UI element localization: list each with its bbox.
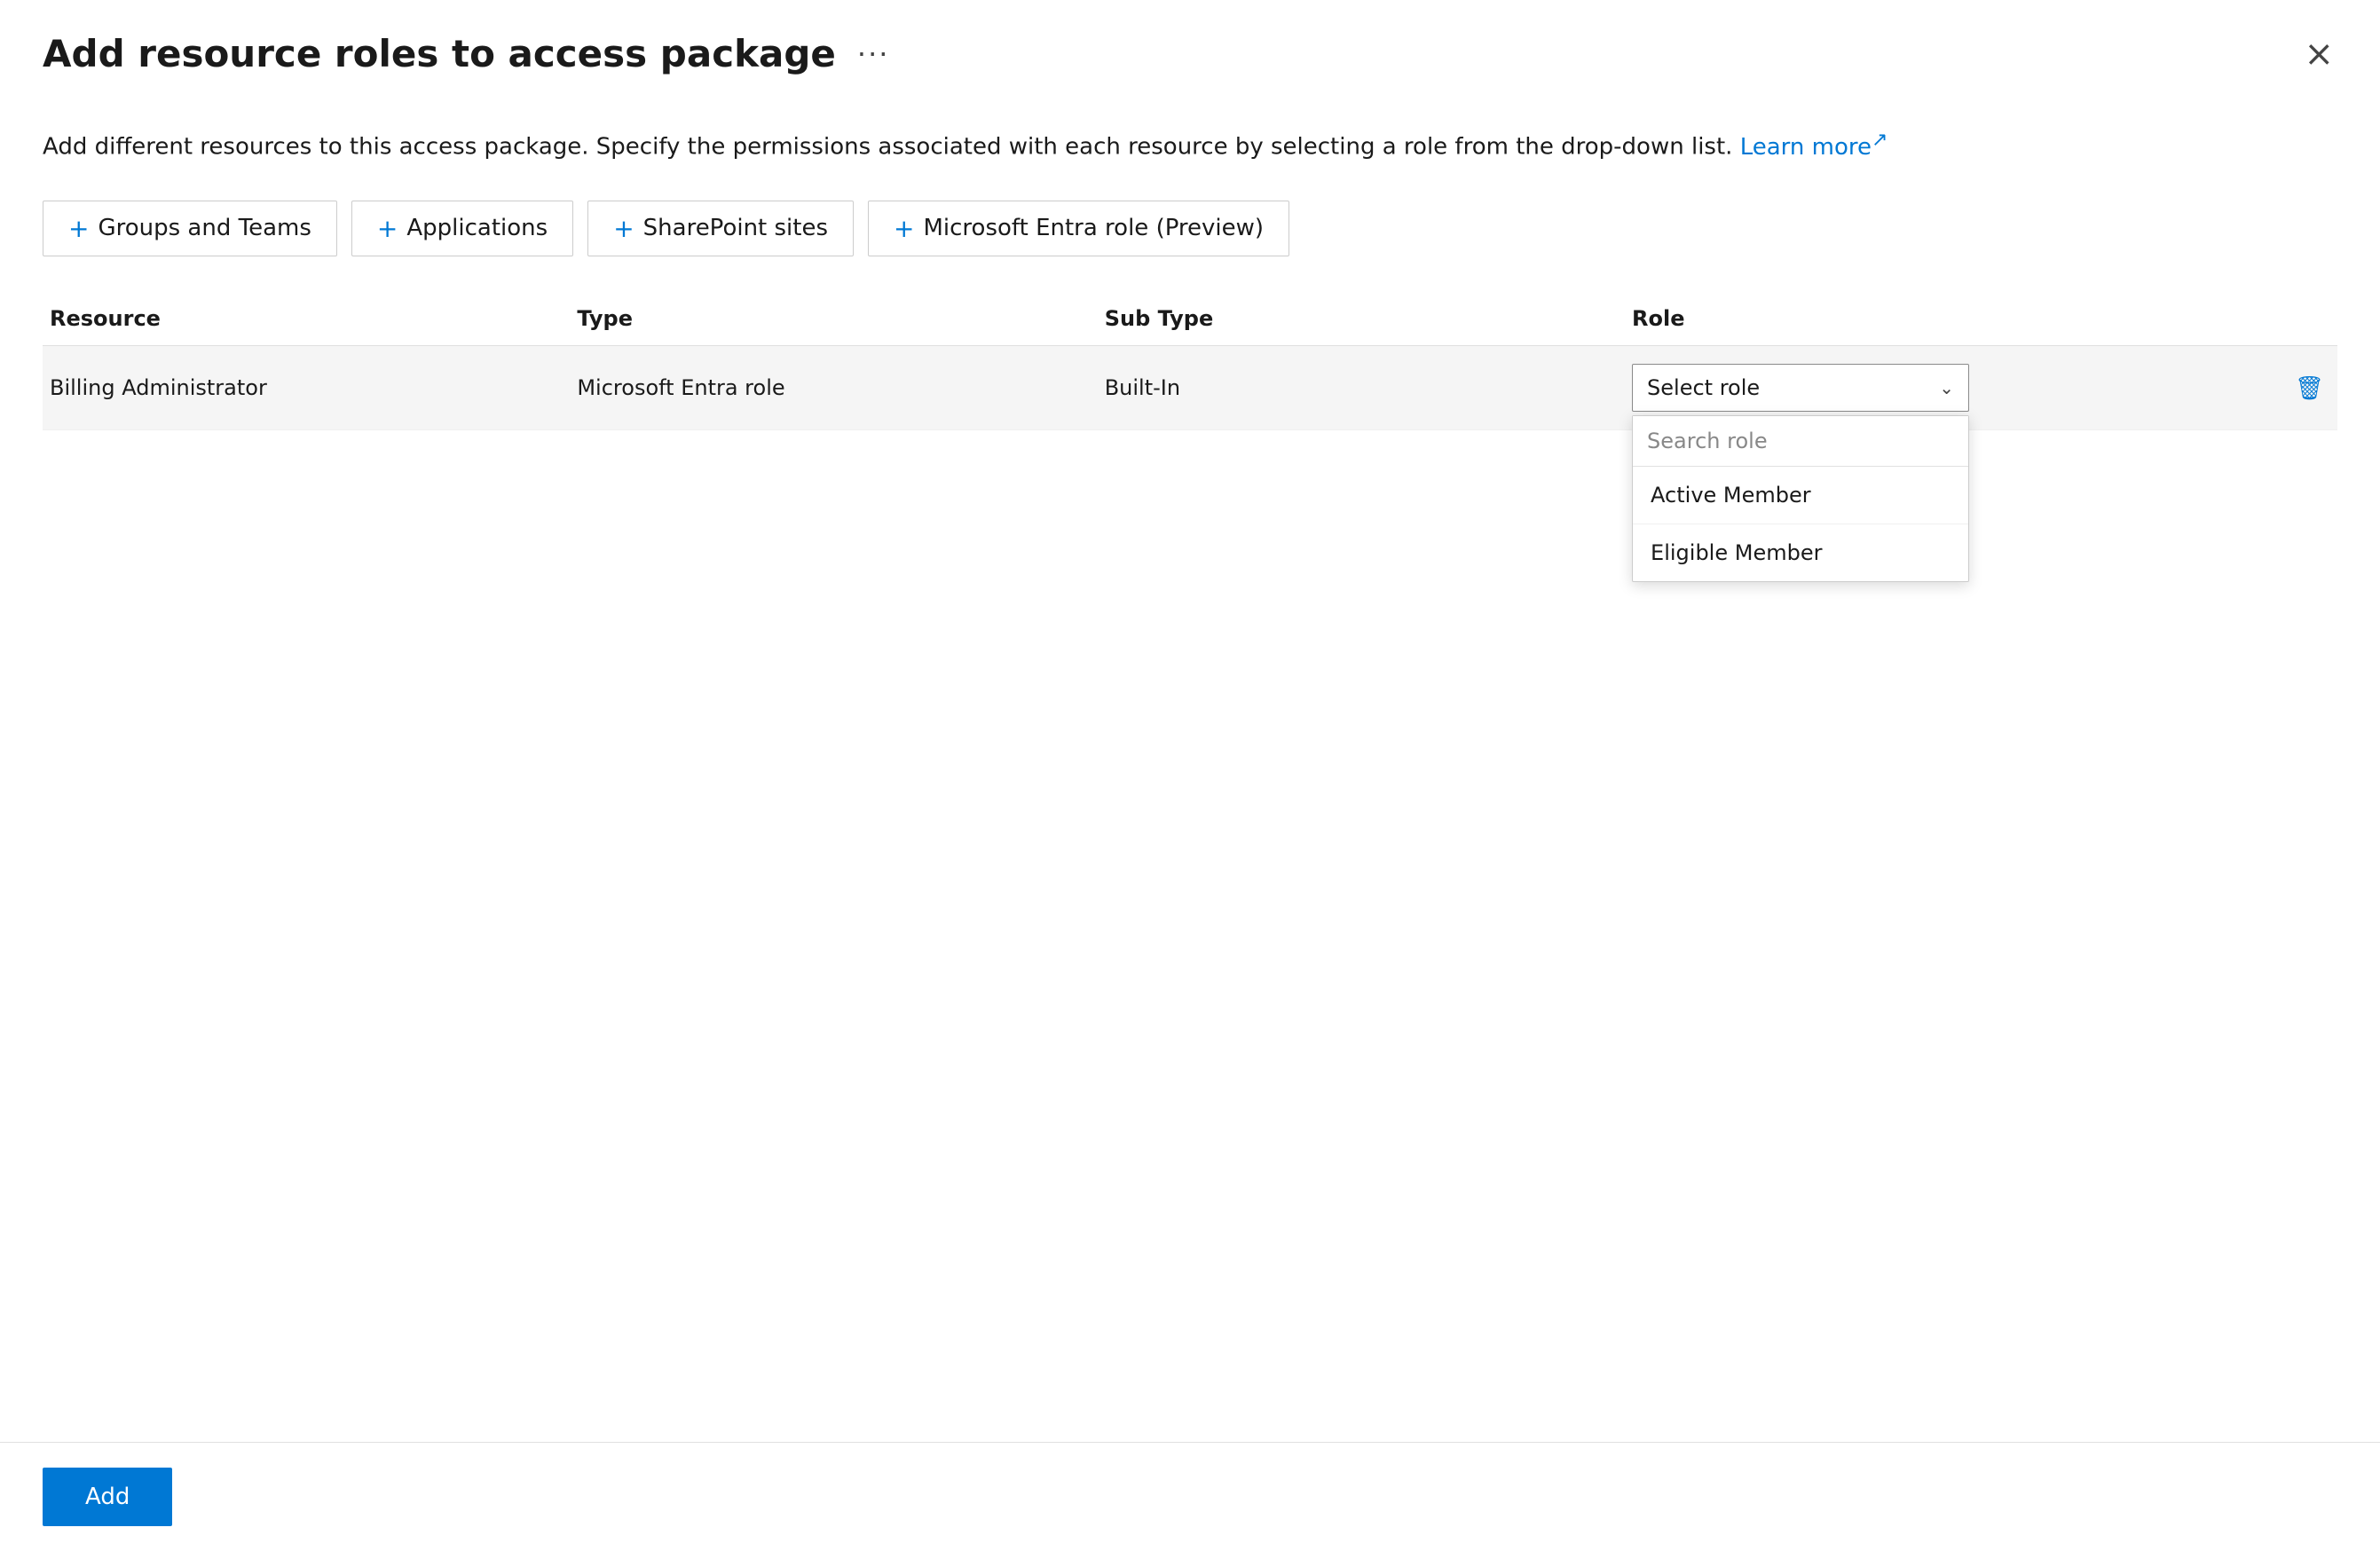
plus-icon-entra: + — [894, 214, 914, 243]
role-select-label: Select role — [1647, 375, 1760, 400]
add-button[interactable]: Add — [43, 1468, 172, 1526]
cell-type: Microsoft Entra role — [570, 375, 1097, 400]
learn-more-link[interactable]: Learn more↗ — [1740, 134, 1888, 161]
chevron-down-icon: ⌄ — [1939, 377, 1954, 398]
tab-label-sharepoint-sites: SharePoint sites — [643, 215, 828, 241]
ellipsis-button[interactable]: ··· — [850, 34, 897, 75]
close-button[interactable]: × — [2300, 33, 2337, 75]
column-header-actions — [2284, 306, 2337, 331]
table-header: Resource Type Sub Type Role — [43, 292, 2337, 346]
cell-resource: Billing Administrator — [43, 375, 570, 400]
dialog-content: Add different resources to this access p… — [0, 97, 2380, 1551]
role-select-button[interactable]: Select role ⌄ — [1632, 364, 1969, 412]
column-header-sub-type: Sub Type — [1098, 306, 1625, 331]
tab-label-microsoft-entra-role: Microsoft Entra role (Preview) — [923, 215, 1264, 241]
dropdown-item-eligible-member[interactable]: Eligible Member — [1633, 524, 1968, 581]
column-header-resource: Resource — [43, 306, 570, 331]
delete-row-button[interactable] — [2291, 369, 2328, 405]
dropdown-item-active-member[interactable]: Active Member — [1633, 467, 1968, 524]
tab-label-groups-and-teams: Groups and Teams — [98, 215, 311, 241]
tab-bar: + Groups and Teams + Applications + Shar… — [43, 201, 2337, 256]
tab-microsoft-entra-role[interactable]: + Microsoft Entra role (Preview) — [868, 201, 1289, 256]
trash-icon — [2295, 373, 2324, 402]
column-header-role: Role — [1625, 306, 2284, 331]
tab-sharepoint-sites[interactable]: + SharePoint sites — [587, 201, 854, 256]
add-resource-roles-dialog: Add resource roles to access package ···… — [0, 0, 2380, 1551]
tab-applications[interactable]: + Applications — [351, 201, 573, 256]
role-dropdown-container: Select role ⌄ Active Member Eligible Mem… — [1625, 364, 2284, 412]
tab-label-applications: Applications — [406, 215, 548, 241]
column-header-type: Type — [570, 306, 1097, 331]
plus-icon-groups: + — [68, 214, 89, 243]
dialog-header: Add resource roles to access package ···… — [0, 0, 2380, 97]
plus-icon-applications: + — [377, 214, 398, 243]
plus-icon-sharepoint: + — [613, 214, 634, 243]
dialog-footer: Add — [0, 1442, 2380, 1551]
cell-actions — [2284, 369, 2337, 405]
resource-roles-table: Resource Type Sub Type Role Billing Admi… — [43, 292, 2337, 430]
table-row: Billing Administrator Microsoft Entra ro… — [43, 346, 2337, 430]
description-text: Add different resources to this access p… — [43, 125, 2337, 165]
cell-sub-type: Built-In — [1098, 375, 1625, 400]
dialog-title: Add resource roles to access package — [43, 32, 836, 75]
dialog-title-area: Add resource roles to access package ··· — [43, 32, 896, 75]
external-link-icon: ↗ — [1872, 129, 1887, 151]
tab-groups-and-teams[interactable]: + Groups and Teams — [43, 201, 337, 256]
role-dropdown-menu: Active Member Eligible Member — [1632, 415, 1969, 582]
search-role-input[interactable] — [1633, 416, 1968, 467]
